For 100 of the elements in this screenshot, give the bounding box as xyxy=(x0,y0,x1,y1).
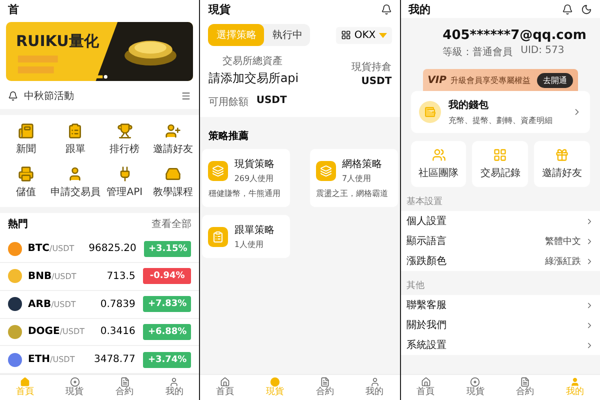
feature-card[interactable]: 社區團隊 xyxy=(410,141,466,187)
coin-price: 3478.77 xyxy=(92,354,136,366)
section-title: 基本設置 xyxy=(406,196,444,209)
people-icon xyxy=(432,148,446,162)
available-unit: USDT xyxy=(256,95,287,108)
tab-bar-item[interactable]: 合約 xyxy=(100,375,150,400)
holding-label: 現貨持倉 xyxy=(352,60,392,74)
tab-bar-item[interactable]: 合約 xyxy=(300,375,350,400)
shortcut-item[interactable]: 管理API xyxy=(100,166,149,200)
tab-bar-item[interactable]: 合約 xyxy=(500,375,550,400)
tab-bar-item[interactable]: 現貨 xyxy=(50,375,100,400)
layers-icon xyxy=(212,164,224,176)
tab-bar-item[interactable]: 現貨 xyxy=(450,375,500,400)
section-title: 策略推薦 xyxy=(207,130,250,144)
quote-currency: /USDT xyxy=(60,327,86,336)
view-all-link[interactable]: 查看全部 xyxy=(151,217,192,232)
coin-symbol: DOGE xyxy=(28,326,60,338)
newspaper-icon xyxy=(18,123,34,140)
quote-currency: /USDT xyxy=(50,244,76,254)
settings-row[interactable]: 系統設置 xyxy=(406,335,594,355)
home-icon xyxy=(20,377,30,388)
usage-count: 7人使用 xyxy=(342,173,372,184)
coin-symbol: BTC xyxy=(28,243,50,254)
strategy-name: 現貨策略 xyxy=(234,158,274,171)
wallet-description: 充幣、提幣、劃轉、資產明細 xyxy=(448,115,554,126)
disc-icon xyxy=(70,377,80,388)
activate-button[interactable]: 去開通 xyxy=(536,72,573,88)
exchange-logo-icon xyxy=(341,30,352,40)
shortcut-item[interactable]: 排行榜 xyxy=(100,123,149,156)
quote-currency: /USDT xyxy=(52,272,78,281)
settings-row[interactable]: 關於我們 xyxy=(406,315,594,335)
layers-icon xyxy=(320,164,332,176)
change-badge: -0.94% xyxy=(143,268,192,284)
moon-icon[interactable] xyxy=(580,4,592,14)
quote-currency: /USDT xyxy=(51,300,77,309)
available-label: 可用餘額 xyxy=(208,96,248,109)
person-icon xyxy=(570,377,580,388)
tab-bar-item[interactable]: 首頁 xyxy=(400,375,450,400)
account-email: 405******7@qq.com xyxy=(442,28,588,43)
bell-icon[interactable] xyxy=(562,4,573,14)
strategy-name: 網格策略 xyxy=(342,158,382,171)
coin-symbol: BNB xyxy=(28,270,52,282)
member-level: 等級：普通會員 xyxy=(442,46,513,59)
strategy-card[interactable]: 網格策略 7人使用 震盪之王，網格霸道 xyxy=(310,149,398,207)
notice-text[interactable]: 中秋節活動 xyxy=(24,89,176,104)
change-badge: +7.83% xyxy=(143,296,192,312)
clipboard-icon xyxy=(67,123,84,140)
tab-bar-item[interactable]: 我的 xyxy=(350,375,400,400)
shortcut-item[interactable]: 教學課程 xyxy=(148,166,198,200)
vip-label: VIP xyxy=(428,74,446,86)
settings-row[interactable]: 個人設置 xyxy=(406,211,594,231)
printer-icon xyxy=(18,166,34,182)
coin-symbol: ARB xyxy=(28,298,52,310)
shortcut-item[interactable]: 儲值 xyxy=(2,166,50,200)
tab-bar-item[interactable]: 首頁 xyxy=(200,375,250,400)
wallet-title: 我的錢包 xyxy=(448,98,490,112)
banner-headline: RUIKU量化 xyxy=(16,32,99,51)
asset-value: 請添加交易所api xyxy=(208,70,299,87)
vip-text: 升級會員享受專屬權益 xyxy=(450,74,532,86)
setting-value: 繁體中文 xyxy=(544,236,581,248)
wallet-card[interactable]: 我的錢包 充幣、提幣、劃轉、資產明細 xyxy=(410,91,590,133)
shortcut-item[interactable]: 邀請好友 xyxy=(148,123,198,156)
strategy-card[interactable]: 現貨策略 269人使用 穩健賺幣，牛熊通用 xyxy=(202,149,290,207)
coin-symbol: ETH xyxy=(28,354,50,366)
clipboard-icon xyxy=(212,230,224,242)
section-title: 熱門 xyxy=(8,218,28,232)
menu-icon[interactable] xyxy=(181,91,192,102)
change-badge: +3.74% xyxy=(143,352,192,368)
shortcut-item[interactable]: 新聞 xyxy=(2,123,50,156)
section-title: 其他 xyxy=(406,280,426,293)
tray-icon xyxy=(165,166,182,182)
bell-icon[interactable] xyxy=(380,4,392,14)
document-icon xyxy=(520,377,530,388)
person-icon xyxy=(169,377,180,388)
quote-currency: /USDT xyxy=(50,355,76,364)
settings-row[interactable]: 顯示語言 繁體中文 xyxy=(406,231,594,251)
segment-tab[interactable]: 執行中 xyxy=(264,24,310,46)
shortcut-item[interactable]: 申請交易員 xyxy=(50,166,100,200)
holding-unit: USDT xyxy=(361,76,392,87)
bell-icon xyxy=(8,91,18,102)
coin-price: 0.7839 xyxy=(99,298,136,310)
grid-icon xyxy=(493,148,508,162)
settings-row[interactable]: 聯繫客服 xyxy=(406,295,594,315)
strategy-card[interactable]: 跟單策略 1人使用 xyxy=(202,215,290,258)
market-row[interactable]: DOGE/USDT 0.3416 +6.88% xyxy=(0,318,200,346)
feature-card[interactable]: 交易記錄 xyxy=(472,141,528,187)
disc-icon xyxy=(270,377,280,388)
usage-count: 269人使用 xyxy=(234,173,274,184)
strategy-name: 跟單策略 xyxy=(234,224,274,237)
exchange-dropdown[interactable]: OKX xyxy=(336,26,392,44)
settings-row[interactable]: 漲跌顏色 綠漲紅跌 xyxy=(406,251,594,271)
trophy-icon xyxy=(116,123,133,140)
tab-bar-item[interactable]: 我的 xyxy=(149,375,200,400)
change-badge: +3.15% xyxy=(144,240,192,257)
caret-icon xyxy=(378,32,387,38)
promo-banner[interactable]: RUIKU量化 xyxy=(6,22,194,82)
shortcut-item[interactable]: 跟單 xyxy=(50,123,100,156)
feature-card[interactable]: 邀請好友 xyxy=(534,141,590,187)
disc-icon xyxy=(470,377,480,388)
screen-title: 我的 xyxy=(408,2,431,16)
